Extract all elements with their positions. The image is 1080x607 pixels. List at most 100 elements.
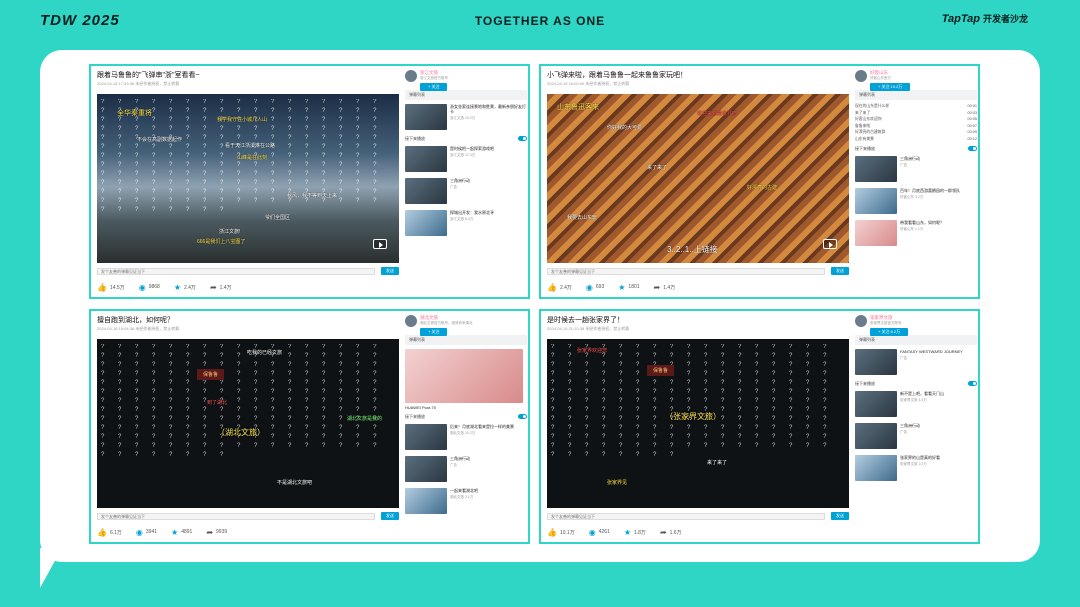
danmaku-list-header[interactable]: 弹幕列表 [855, 90, 977, 100]
share-button[interactable]: ➦ 1.4万 [210, 283, 232, 292]
danmaku-list-header[interactable]: 弹幕列表 [405, 335, 527, 345]
thumbs-up-icon: 👍 [97, 282, 107, 292]
like-button[interactable]: 👍 14.5万 [97, 283, 125, 292]
danmaku-list-header[interactable]: 弹幕列表 [405, 90, 527, 100]
danmaku-list-header[interactable]: 弹幕列表 [855, 335, 977, 345]
rec-item[interactable]: 后来！月底湖北看来是拉一样的美景 湖北文旅 10.2万 [405, 424, 527, 452]
rec-item[interactable]: 是时候把一起探索游戏吧 浙江文旅 12.3万 [405, 146, 527, 174]
rec-item[interactable]: 新不是上吧，看看天门山 张家界文旅 4.3万 [855, 391, 977, 419]
play-icon[interactable] [823, 239, 837, 249]
video-player[interactable]: ? ? ? ? ? ? ? ? ? ? ? ? ? ? ? ? ? ? ? ? … [97, 94, 399, 263]
danmaku: 保鲁鲁 [197, 369, 225, 380]
sidebar: 好客山东 好客山东官方 + 关注 19.2万 弹幕列表 现在的山东是什么样 00:01… [855, 70, 977, 296]
coin-button[interactable]: ◉ 693 [586, 283, 604, 292]
rec-item[interactable]: 一起来看湖北吧 湖北文旅 2.1万 [405, 488, 527, 516]
question-mark-danmaku: ? ? ? ? ? ? ? ? ? ? ? ? ? ? ? ? ? ? ? ? … [551, 344, 833, 458]
danmaku-input[interactable] [547, 267, 825, 275]
danmaku: 到了湖北 [207, 400, 228, 406]
taptap-logo: TapTap 开发者沙龙 [941, 13, 1028, 25]
rec-item[interactable]: 张家界的山是真的好看 张家界文旅 2.2万 [855, 455, 977, 483]
coin-icon: ◉ [135, 527, 143, 537]
video-title: 跟着马鲁鲁的"飞弹串"浙"室看看~ [97, 72, 200, 79]
autoplay-toggle[interactable] [518, 136, 527, 141]
share-icon: ➦ [653, 282, 661, 292]
send-button[interactable]: 发送 [831, 267, 849, 275]
danmaku-input[interactable] [547, 512, 825, 520]
rec-thumb [405, 456, 447, 482]
send-bar: 发送 [97, 266, 399, 276]
danmaku: 不会在高副数据起作 [137, 137, 183, 143]
send-button[interactable]: 发送 [381, 267, 399, 275]
coin-button[interactable]: ◉ 4261 [589, 528, 610, 537]
star-icon: ★ [623, 527, 631, 537]
avatar[interactable] [855, 70, 867, 82]
autoplay-toggle[interactable] [968, 381, 977, 386]
uploader-desc: 张家界文旅官方账号 [870, 321, 902, 325]
video-panel-hubei: 擅自跑到湖北，如何呢？ 2024-04-18 19:04:38 未经作者授权，禁… [89, 309, 530, 544]
rec-item[interactable]: 浙女坐索连接景地和胜景，最新亲朋好友打卡 浙江文旅 10.2万 [405, 104, 527, 132]
danmaku: 我学我守住小城几人山 [217, 117, 268, 123]
rec-item[interactable]: 三角洲行动 广告 [405, 178, 527, 206]
like-button[interactable]: 👍 2.4万 [547, 283, 572, 292]
send-button[interactable]: 发送 [831, 512, 849, 520]
danmaku-input[interactable] [97, 512, 375, 520]
rec-item[interactable]: FANTASY WESTWARD JOURNEY 广告 [855, 349, 977, 377]
share-button[interactable]: ➦ 9939 [206, 528, 227, 537]
danmaku-input[interactable] [97, 267, 375, 275]
ad-banner[interactable] [405, 349, 527, 405]
action-bar: 👍 10.1万 ◉ 4261 ★ 1.8万 ➦ 1.6万 [547, 526, 849, 538]
share-icon: ➦ [209, 282, 217, 292]
autoplay-toggle[interactable] [968, 146, 977, 151]
speech-bubble-tail [40, 548, 62, 588]
favorite-button[interactable]: ★ 2.4万 [174, 283, 196, 292]
sidebar: 浙江文旅 浙江文旅官方账号 + 关注 弹幕列表 浙女坐索连接景地和胜景，最新亲朋好友… [405, 70, 527, 296]
send-button[interactable]: 发送 [381, 512, 399, 520]
follow-button[interactable]: + 关注 8.2万 [870, 328, 909, 336]
danmaku: 山东鲁迅客来 [557, 104, 599, 111]
rec-item[interactable]: 三角洲行动 广告 [855, 423, 977, 451]
question-mark-danmaku: ? ? ? ? ? ? ? ? ? ? ? ? ? ? ? ? ? ? ? ? … [101, 344, 383, 458]
autoplay-toggle[interactable] [518, 414, 527, 419]
video-player[interactable]: ? ? ? ? ? ? ? ? ? ? ? ? ? ? ? ? ? ? ? ? … [547, 339, 849, 508]
sidebar: 湖北文旅 湖北文旅官方账号，邀请你来湖北 + 关注 弹幕列表 HUAWEI Pura… [405, 315, 527, 541]
danmaku: （湖北文旅） [217, 428, 265, 437]
favorite-button[interactable]: ★ 4891 [171, 528, 192, 537]
danmaku: 全华秦重将 [117, 110, 152, 117]
rec-thumb [855, 156, 897, 182]
coin-button[interactable]: ◉ 9868 [139, 283, 160, 292]
video-panel-zhejiang: 跟着马鲁鲁的"飞弹串"浙"室看看~ 2024-04-18 17:33:38 未经… [89, 64, 530, 299]
thumbs-up-icon: 👍 [547, 282, 557, 292]
avatar[interactable] [405, 315, 417, 327]
favorite-button[interactable]: ★ 1801 [618, 283, 639, 292]
rec-item[interactable]: 探城出开发：我水原北寻 浙江文旅 6.3万 [405, 210, 527, 238]
share-button[interactable]: ➦ 1.6万 [660, 528, 682, 537]
danmaku-list: 现在的山东是什么样 00:01 来了来了 00:03 好客山东欢迎你 00:05 鲁鲁… [855, 103, 977, 142]
thumbs-up-icon: 👍 [547, 527, 557, 537]
rec-item[interactable]: 带我看看山东，如何呢？ 好客山东 1.1万 [855, 220, 977, 248]
star-icon: ★ [171, 527, 179, 537]
share-button[interactable]: ➦ 1.4万 [654, 283, 676, 292]
avatar[interactable] [855, 315, 867, 327]
video-meta: 2024-04-19 18:00:00 未经作者授权，禁止转载 [547, 81, 630, 86]
danmaku-list-item[interactable]: 山东有美景 00:12 [855, 136, 977, 143]
favorite-button[interactable]: ★ 1.8万 [624, 528, 646, 537]
coin-button[interactable]: ◉ 3941 [136, 528, 157, 537]
rec-thumb [405, 210, 447, 236]
action-bar: 👍 14.5万 ◉ 9868 ★ 2.4万 ➦ 1.4万 [97, 281, 399, 293]
rec-item[interactable]: 三角洲行动 广告 [405, 456, 527, 484]
coin-icon: ◉ [138, 282, 146, 292]
rec-thumb [405, 488, 447, 514]
like-button[interactable]: 👍 10.1万 [547, 528, 575, 537]
video-title: 小飞弹来啦，跟着马鲁鲁一起来鲁鲁家玩吧！ [547, 72, 687, 79]
play-icon[interactable] [373, 239, 387, 249]
video-player[interactable]: 山东鲁迅客来 你好我的大可爱 欢迎来到曲阜孔府 来了来了 好漂亮的古建 3..2… [547, 94, 849, 263]
like-button[interactable]: 👍 6.1万 [97, 528, 122, 537]
uploader-card: 好客山东 好客山东官方 + 关注 19.2万 [855, 70, 977, 91]
rec-item[interactable]: 百年！月底西游喜鹊园的一群领队 好客山东 3.2万 [855, 188, 977, 216]
rec-item[interactable]: 三角洲行动 广告 [855, 156, 977, 184]
danmaku: 保鲁鲁 [647, 365, 675, 376]
video-player[interactable]: ? ? ? ? ? ? ? ? ? ? ? ? ? ? ? ? ? ? ? ? … [97, 339, 399, 508]
video-meta: 2024-04-18 19:04:38 未经作者授权，禁止转载 [97, 326, 180, 331]
follow-button[interactable]: + 关注 19.2万 [870, 83, 911, 91]
avatar[interactable] [405, 70, 417, 82]
